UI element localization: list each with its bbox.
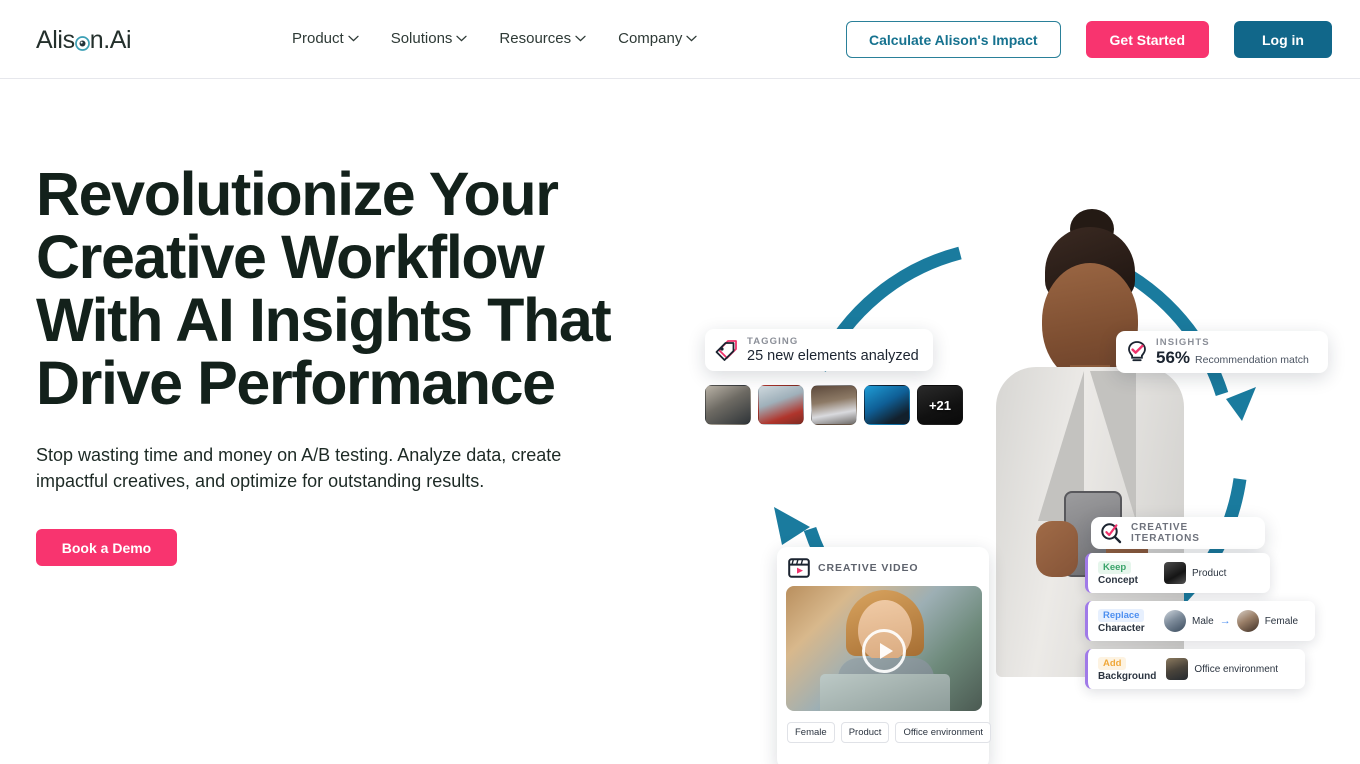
brand-logo[interactable]: Alis n.Ai [36, 26, 132, 55]
hero-subheading: Stop wasting time and money on A/B testi… [36, 445, 562, 491]
header-actions: Calculate Alison's Impact Get Started Lo… [846, 21, 1332, 58]
chevron-down-icon [348, 35, 359, 42]
hero-illustration: TAGGING 25 new elements analyzed +21 INS… [660, 149, 1360, 764]
iteration-avatar-male [1164, 610, 1186, 632]
main-navigation: Product Solutions Resources Company [292, 30, 697, 47]
magnifier-check-icon [1100, 522, 1122, 544]
video-tag[interactable]: Product [840, 722, 890, 743]
iteration-row-add[interactable]: Add Background Office environment [1085, 649, 1305, 689]
iteration-thumbnail [1166, 658, 1189, 680]
site-header: Alis n.Ai Product Solutions Resources Co… [0, 0, 1360, 79]
iteration-row-replace[interactable]: Replace Character Male → Female [1085, 601, 1315, 641]
chevron-down-icon [456, 35, 468, 42]
iteration-category: Concept [1098, 574, 1138, 586]
creative-video-header: CREATIVE VIDEO [786, 556, 980, 586]
iteration-value: Office environment [1194, 663, 1279, 675]
page-title: Revolutionize Your Creative Workflow Wit… [36, 160, 612, 417]
nav-item-label: Resources [499, 30, 572, 47]
iteration-action: Keep [1098, 560, 1132, 574]
target-eye-icon [74, 36, 90, 51]
creative-iterations-label: CREATIVE ITERATIONS [1131, 522, 1200, 544]
creative-video-card[interactable]: CREATIVE VIDEO Female Product Office env… [777, 547, 991, 764]
creative-iterations-card[interactable]: CREATIVE ITERATIONS [1091, 517, 1265, 549]
insights-text: Recommendation match [1195, 353, 1309, 366]
play-icon[interactable] [862, 629, 906, 673]
insights-card-label: INSIGHTS [1156, 336, 1210, 348]
hero-copy: Revolutionize Your Creative Workflow Wit… [36, 163, 636, 566]
arrow-right-icon: → [1219, 615, 1231, 627]
creative-video-label: CREATIVE VIDEO [818, 562, 919, 574]
iteration-from: Male [1192, 615, 1214, 627]
tagging-thumbnails: +21 [705, 385, 963, 425]
iteration-to: Female [1264, 615, 1299, 627]
nav-item-label: Company [618, 30, 683, 47]
tagging-card-label: TAGGING [747, 336, 799, 347]
thumbnail-more-count: +21 [928, 397, 952, 413]
creative-video-thumbnail[interactable] [786, 586, 982, 711]
nav-item-solutions[interactable]: Solutions [391, 30, 468, 47]
lightbulb-icon [1126, 340, 1148, 364]
insights-percent: 56% [1156, 347, 1191, 367]
insights-card[interactable]: INSIGHTS 56% Recommendation match [1116, 331, 1328, 373]
creative-video-tags: Female Product Office environment [786, 722, 991, 743]
iteration-value: Product [1192, 567, 1227, 579]
iteration-avatar-female [1236, 610, 1259, 632]
iteration-category: Character [1098, 622, 1145, 634]
clapperboard-icon [788, 558, 810, 578]
thumbnail-more[interactable]: +21 [917, 385, 963, 425]
iteration-action: Add [1098, 656, 1127, 670]
nav-item-label: Solutions [390, 30, 453, 47]
nav-item-company[interactable]: Company [618, 30, 697, 47]
tagging-card-value: 25 new elements analyzed [747, 348, 919, 364]
login-button[interactable]: Log in [1234, 21, 1332, 58]
thumbnail-gaming[interactable] [864, 385, 910, 425]
video-tag[interactable]: Office environment [895, 722, 991, 743]
chevron-down-icon [686, 35, 697, 42]
chevron-down-icon [575, 35, 586, 42]
brand-name-start: Alis [36, 26, 75, 54]
get-started-button[interactable]: Get Started [1085, 21, 1209, 58]
calculate-impact-button[interactable]: Calculate Alison's Impact [846, 21, 1061, 58]
video-tag[interactable]: Female [787, 722, 835, 743]
iteration-action: Replace [1098, 608, 1145, 622]
tagging-card[interactable]: TAGGING 25 new elements analyzed [705, 329, 933, 371]
brand-name-end: n.Ai [89, 26, 132, 54]
iteration-category: Background [1098, 670, 1157, 682]
thumbnail-food[interactable] [758, 385, 804, 425]
iteration-thumbnail [1164, 562, 1186, 584]
hero-section: Revolutionize Your Creative Workflow Wit… [0, 79, 1360, 764]
nav-item-resources[interactable]: Resources [499, 30, 586, 47]
thumbnail-car[interactable] [811, 385, 857, 425]
tag-icon [715, 338, 739, 362]
nav-item-product[interactable]: Product [292, 30, 359, 47]
nav-item-label: Product [292, 30, 344, 47]
book-a-demo-button[interactable]: Book a Demo [36, 529, 177, 566]
iteration-row-keep[interactable]: Keep Concept Product [1085, 553, 1270, 593]
thumbnail-fashion[interactable] [705, 385, 751, 425]
